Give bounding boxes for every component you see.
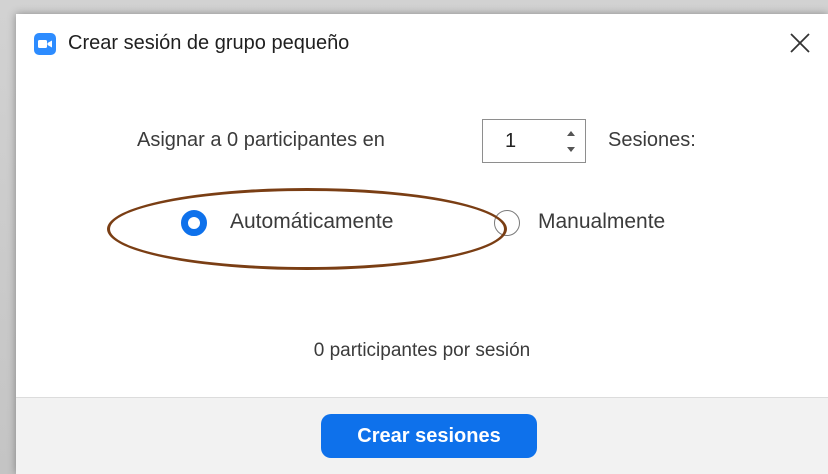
assign-label: Asignar a 0 participantes en bbox=[137, 129, 385, 151]
sessions-label: Sesiones: bbox=[608, 129, 696, 151]
radio-automatic-label[interactable]: Automáticamente bbox=[230, 210, 393, 234]
radio-automatic[interactable] bbox=[181, 210, 207, 236]
stepper-down-button[interactable] bbox=[563, 143, 579, 157]
title-bar: Crear sesión de grupo pequeño bbox=[16, 14, 828, 72]
assignment-mode-group: Automáticamente Manualmente bbox=[16, 202, 828, 246]
chevron-up-icon bbox=[567, 131, 575, 136]
create-breakout-dialog: Crear sesión de grupo pequeño Asignar a … bbox=[16, 14, 828, 474]
radio-manual[interactable] bbox=[494, 210, 520, 236]
screenshot-stage: Crear sesión de grupo pequeño Asignar a … bbox=[0, 0, 828, 474]
radio-manual-label[interactable]: Manualmente bbox=[538, 210, 665, 234]
sessions-count-stepper[interactable]: 1 bbox=[482, 119, 586, 163]
dialog-footer: Crear sesiones bbox=[16, 397, 828, 474]
assign-row: Asignar a 0 participantes en 1 Sesiones: bbox=[16, 119, 828, 165]
close-icon bbox=[790, 33, 810, 53]
sessions-count-value[interactable]: 1 bbox=[505, 130, 516, 153]
dialog-title: Crear sesión de grupo pequeño bbox=[68, 32, 350, 54]
chevron-down-icon bbox=[567, 147, 575, 152]
stepper-up-button[interactable] bbox=[563, 127, 579, 141]
create-sessions-button[interactable]: Crear sesiones bbox=[321, 414, 537, 458]
participants-per-session-text: 0 participantes por sesión bbox=[313, 340, 531, 361]
close-button[interactable] bbox=[786, 29, 814, 57]
zoom-camera-icon bbox=[34, 33, 56, 55]
